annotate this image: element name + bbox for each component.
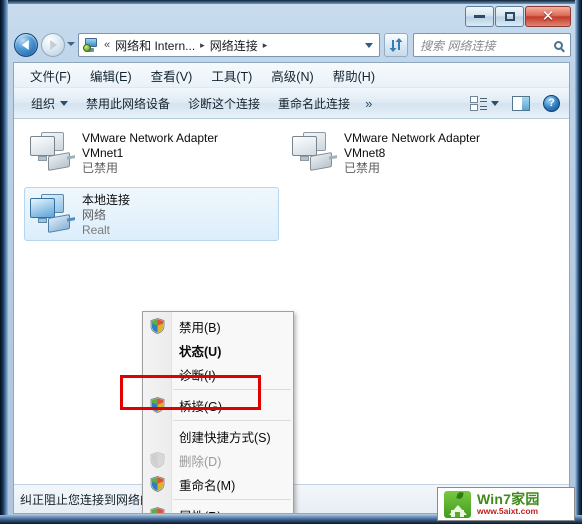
arrow-right-icon [50, 40, 58, 50]
menu-view[interactable]: 查看(V) [142, 63, 203, 88]
explorer-window: ✕ « 网络和 Intern... ▸ 网络连接 ▸ 搜索 网络连接 文件(F)… [0, 0, 582, 524]
organize-button[interactable]: 组织 [22, 91, 77, 116]
search-input[interactable]: 搜索 网络连接 [414, 37, 495, 54]
address-dropdown-icon[interactable] [365, 42, 373, 48]
menu-edit[interactable]: 编辑(E) [81, 63, 142, 88]
navigation-bar: « 网络和 Intern... ▸ 网络连接 ▸ 搜索 网络连接 [8, 32, 575, 60]
organize-label: 组织 [31, 96, 56, 111]
rename-connection-button[interactable]: 重命名此连接 [269, 91, 359, 116]
context-menu-item-disable[interactable]: 禁用(B) [143, 314, 293, 338]
context-menu-label: 重命名(M) [179, 478, 236, 493]
arrow-left-icon [21, 40, 29, 50]
shield-icon [150, 452, 165, 468]
breadcrumb-separator-icon[interactable]: ▸ [198, 40, 207, 51]
menu-bar: 文件(F) 编辑(E) 查看(V) 工具(T) 高级(N) 帮助(H) [14, 63, 569, 88]
network-adapter-disabled-icon [290, 131, 336, 173]
adapter-status: 已禁用 [344, 161, 381, 175]
network-adapter-disabled-icon [28, 131, 74, 173]
list-item-local-area-connection[interactable]: 本地连接 网络 Realt [28, 191, 283, 249]
watermark-logo-icon [444, 490, 471, 518]
chevron-down-icon [60, 100, 69, 106]
list-item[interactable]: VMware Network Adapter VMnet8 已禁用 [290, 129, 540, 187]
recent-pages-dropdown-icon[interactable] [67, 42, 75, 46]
maximize-button[interactable] [495, 6, 524, 27]
breadcrumb-separator-icon-2[interactable]: ▸ [261, 40, 270, 51]
adapter-device: Realt [82, 223, 111, 237]
adapter-name: VMware Network Adapter [344, 131, 481, 145]
help-icon[interactable]: ? [543, 94, 560, 112]
change-view-icon[interactable] [470, 95, 487, 111]
adapter-text: 本地连接 网络 Realt [82, 191, 130, 249]
network-folder-icon [83, 37, 99, 53]
search-icon [554, 40, 563, 50]
toolbar-right-group: ? [470, 94, 569, 112]
context-menu-label: 删除(D) [179, 454, 222, 469]
breadcrumb-item-network-connections[interactable]: 网络连接 [207, 36, 261, 55]
shield-icon [150, 476, 165, 492]
watermark-text: Win7家园 www.5aixt.com [477, 492, 540, 516]
window-controls: ✕ [465, 6, 571, 27]
adapter-name: VMware Network Adapter [82, 131, 219, 145]
view-dropdown-icon[interactable] [491, 100, 499, 106]
watermark-url: www.5aixt.com [477, 505, 539, 516]
address-bar[interactable]: « 网络和 Intern... ▸ 网络连接 ▸ [78, 33, 380, 57]
adapter-network: 网络 [82, 208, 107, 222]
network-adapter-enabled-icon [28, 193, 74, 235]
context-menu-item-rename[interactable]: 重命名(M) [143, 472, 293, 496]
refresh-button[interactable] [384, 33, 408, 57]
command-toolbar: 组织 禁用此网络设备 诊断这个连接 重命名此连接 » ? [14, 88, 569, 119]
search-box[interactable]: 搜索 网络连接 [413, 33, 571, 57]
context-menu-label: 禁用(B) [179, 320, 221, 335]
close-button[interactable]: ✕ [525, 6, 571, 27]
context-menu-item-properties[interactable]: 属性(R) [143, 503, 293, 514]
disable-device-button[interactable]: 禁用此网络设备 [77, 91, 179, 116]
refresh-icon [389, 38, 403, 52]
context-menu-item-status[interactable]: 状态(U) [143, 338, 293, 362]
adapter-name-line2: VMnet8 [344, 146, 386, 160]
context-menu-item-delete: 删除(D) [143, 448, 293, 472]
breadcrumb-overflow[interactable]: « [102, 39, 112, 51]
window-frame-right [575, 0, 582, 524]
context-menu-separator [173, 420, 291, 421]
connections-list: VMware Network Adapter VMnet1 已禁用 VMware… [14, 119, 569, 513]
diagnose-connection-button[interactable]: 诊断这个连接 [179, 91, 269, 116]
context-menu: 禁用(B) 状态(U) 诊断(I) 桥接(G) 创建快捷方式(S) 删除(D) … [142, 311, 294, 514]
breadcrumb-item-network-internet[interactable]: 网络和 Intern... [112, 36, 198, 55]
adapter-text: VMware Network Adapter VMnet8 已禁用 [344, 129, 480, 187]
preview-pane-icon[interactable] [512, 95, 530, 111]
context-menu-label: 状态(U) [179, 344, 222, 359]
minimize-icon [474, 15, 485, 18]
client-area: 文件(F) 编辑(E) 查看(V) 工具(T) 高级(N) 帮助(H) 组织 禁… [13, 62, 570, 514]
watermark-title: Win7家园 [477, 491, 540, 508]
window-frame-left [0, 0, 8, 524]
annotation-highlight-rectangle [120, 375, 261, 410]
shield-icon [150, 318, 165, 334]
menu-advanced[interactable]: 高级(N) [262, 63, 323, 88]
menu-tools[interactable]: 工具(T) [202, 63, 262, 88]
context-menu-label: 属性(R) [179, 506, 221, 514]
close-icon: ✕ [541, 8, 555, 25]
maximize-icon [504, 12, 515, 21]
menu-help[interactable]: 帮助(H) [324, 63, 385, 88]
list-item[interactable]: VMware Network Adapter VMnet1 已禁用 [28, 129, 278, 187]
forward-button[interactable] [41, 33, 65, 57]
toolbar-overflow-button[interactable]: » [359, 92, 378, 115]
title-bar: ✕ [8, 4, 575, 30]
watermark: Win7家园 www.5aixt.com [437, 487, 575, 521]
adapter-name: 本地连接 [82, 193, 131, 207]
adapter-name-line2: VMnet1 [82, 146, 124, 160]
menu-file[interactable]: 文件(F) [21, 63, 81, 88]
adapter-status: 已禁用 [82, 161, 119, 175]
minimize-button[interactable] [465, 6, 494, 27]
context-menu-item-create-shortcut[interactable]: 创建快捷方式(S) [143, 424, 293, 448]
context-menu-label: 创建快捷方式(S) [179, 430, 271, 445]
shield-icon [150, 507, 165, 513]
context-menu-separator [173, 499, 291, 500]
back-button[interactable] [14, 33, 38, 57]
adapter-text: VMware Network Adapter VMnet1 已禁用 [82, 129, 218, 187]
